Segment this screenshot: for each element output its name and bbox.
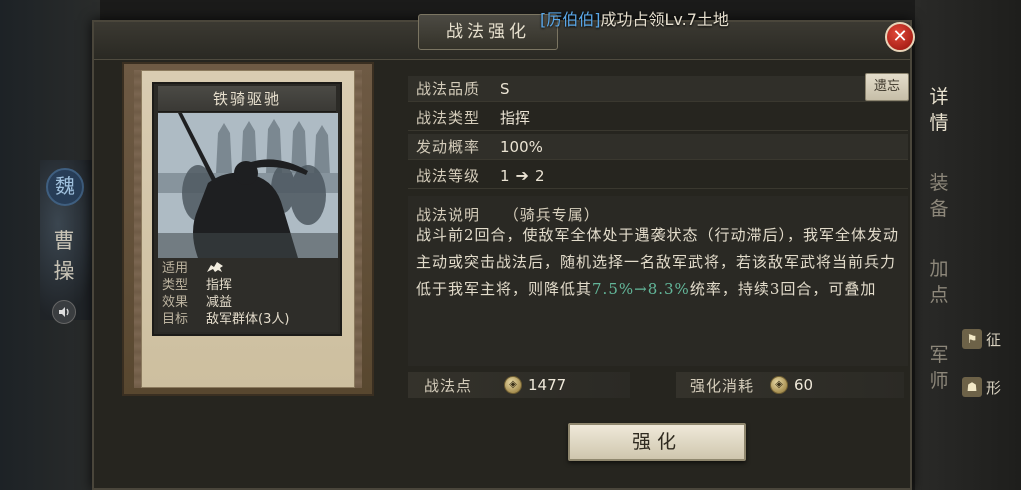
conscript-label: 征 — [986, 330, 1002, 349]
card-key: 适用 — [162, 261, 189, 276]
general-name: 曹操 — [53, 229, 75, 283]
appearance-action[interactable]: ☗ 形 — [962, 374, 1001, 400]
forget-skill-button[interactable]: 遗忘 — [865, 73, 909, 101]
card-value: 减益 — [206, 295, 233, 310]
card-row-applicable: 适用 — [162, 260, 338, 277]
skill-points-label: 战法点 — [424, 376, 473, 395]
skill-card-details: 适用 类型 指挥 效果 减益 目标 敌军群体(3人) — [158, 258, 338, 332]
skill-quality: S — [500, 79, 510, 98]
skill-card-art — [158, 113, 338, 258]
card-key: 效果 — [162, 295, 189, 310]
cavalry-charge-illustration — [158, 113, 338, 258]
faction-seal: 魏 — [46, 168, 84, 206]
skill-chance: 100% — [500, 137, 543, 156]
level-to: 2 — [534, 166, 545, 185]
enhance-button[interactable]: 强化 — [568, 423, 746, 461]
info-row-chance: 发动概率 100% — [408, 134, 908, 160]
arrow-right-icon: ➔ — [515, 166, 529, 185]
skill-type: 指挥 — [500, 109, 531, 127]
cavalry-icon — [206, 260, 338, 277]
flag-icon: ⚑ — [962, 329, 982, 349]
level-from: 1 — [500, 166, 510, 185]
skill-points-bar: 战法点 ◈ 1477 — [408, 372, 630, 398]
enhance-cost-value: 60 — [794, 376, 814, 394]
appearance-label: 形 — [986, 378, 1002, 397]
card-row-target: 目标 敌军群体(3人) — [162, 311, 338, 328]
person-icon: ☗ — [962, 377, 982, 397]
card-value: 指挥 — [206, 278, 233, 293]
broadcast-player[interactable]: [厉伯伯] — [540, 10, 601, 29]
broadcast-message: [厉伯伯]成功占领Lv.7土地 — [540, 6, 729, 30]
tab-advisor[interactable]: 军师 — [925, 342, 953, 394]
card-value: 敌军群体(3人) — [206, 312, 290, 327]
description-text: 战斗前2回合，使敌军全体处于遇袭状态（行动滞后），我军全体发动主动或突击战法后，… — [416, 222, 902, 303]
conscript-action[interactable]: ⚑ 征 — [962, 326, 1001, 352]
enhance-cost-bar: 强化消耗 ◈ 60 — [676, 372, 904, 398]
enhance-cost-label: 强化消耗 — [690, 376, 755, 395]
skill-point-coin-icon: ◈ — [770, 376, 789, 394]
description-tail: 统率，持续3回合，可叠加 — [689, 280, 877, 298]
card-row-effect: 效果 减益 — [162, 294, 338, 311]
tab-attribute-points[interactable]: 加点 — [925, 256, 953, 308]
skill-points-value: 1477 — [528, 376, 567, 394]
info-label: 发动概率 — [416, 138, 481, 156]
info-row-type: 战法类型 指挥 — [408, 105, 908, 131]
description-highlight: 7.5%→8.3% — [592, 280, 690, 298]
broadcast-text: 成功占领Lv.7土地 — [600, 10, 729, 29]
card-row-type: 类型 指挥 — [162, 277, 338, 294]
skill-point-coin-icon: ◈ — [504, 376, 523, 394]
info-row-level: 战法等级 1 ➔ 2 — [408, 163, 908, 189]
tab-details[interactable]: 详情 — [925, 84, 953, 136]
dialog-title: 战法强化 — [418, 14, 558, 50]
card-key: 目标 — [162, 312, 189, 327]
info-label: 战法品质 — [416, 80, 481, 98]
skill-card-name: 铁骑驱驰 — [158, 86, 336, 112]
info-label: 战法类型 — [416, 109, 481, 127]
info-label: 战法等级 — [416, 167, 481, 185]
card-key: 类型 — [162, 278, 189, 293]
background-right-panel — [915, 0, 1021, 490]
close-button[interactable]: ✕ — [885, 22, 915, 52]
tab-equipment[interactable]: 装备 — [925, 170, 953, 222]
info-row-quality: 战法品质 S — [408, 76, 908, 102]
speaker-icon[interactable] — [52, 300, 76, 324]
